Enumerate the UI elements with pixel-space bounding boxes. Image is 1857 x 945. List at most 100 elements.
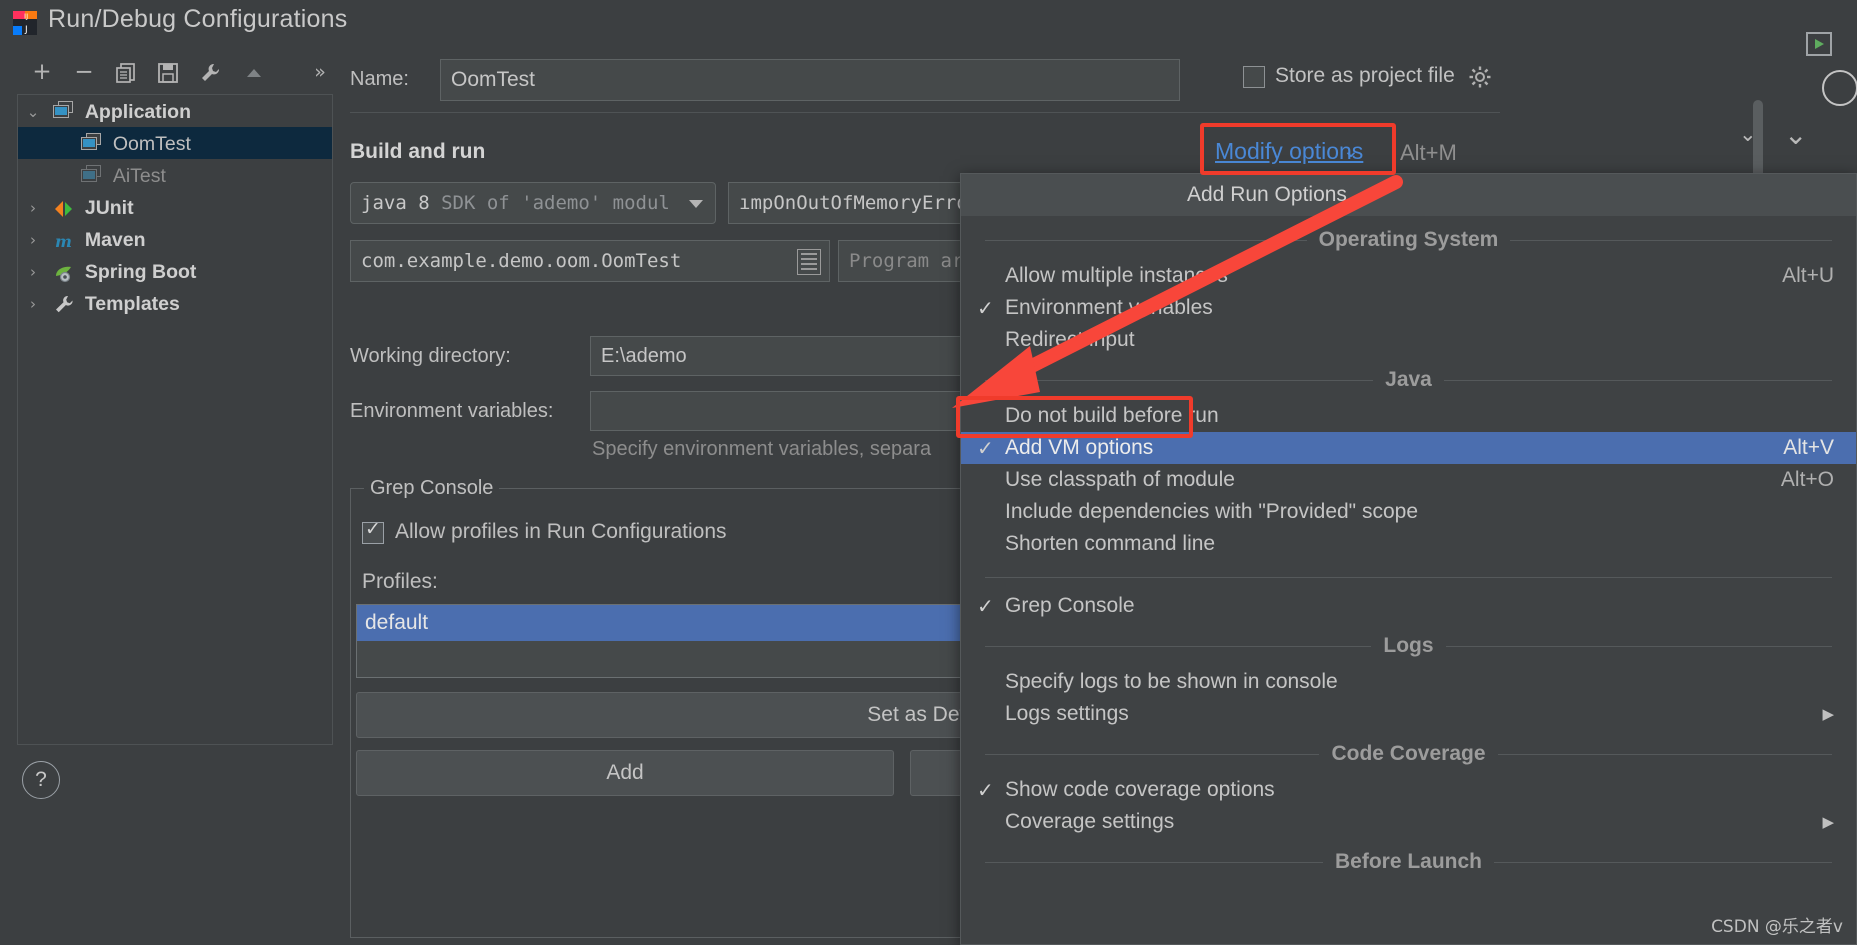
browse-class-icon[interactable]: [797, 249, 821, 275]
menu-group-caption: Operating System: [1306, 228, 1511, 251]
chevron-down-icon[interactable]: ⌄: [18, 96, 48, 128]
chevron-down-icon-small[interactable]: ⌄: [1739, 122, 1757, 147]
menu-item-grep-console[interactable]: ✓ Grep Console: [961, 590, 1856, 622]
menu-item-label: Logs settings: [1005, 702, 1129, 725]
tree-item-maven[interactable]: › m Maven: [18, 223, 332, 255]
check-icon: ✓: [977, 594, 994, 618]
spring-boot-icon: [53, 261, 79, 282]
menu-item-label: Include dependencies with "Provided" sco…: [1005, 500, 1419, 523]
menu-item-label: Do not build before run: [1005, 404, 1219, 427]
menu-item-include-provided-dependencies[interactable]: Include dependencies with "Provided" sco…: [961, 496, 1856, 528]
environment-variables-label: Environment variables:: [350, 400, 554, 422]
tree-item-label: Application: [84, 100, 192, 123]
menu-item-shortcut: Alt+V: [1783, 436, 1834, 459]
tree-item-application[interactable]: ⌄ Application: [18, 95, 332, 127]
menu-separator-code-coverage: Code Coverage: [961, 734, 1856, 774]
menu-item-redirect-input[interactable]: Redirect input: [961, 324, 1856, 356]
more-options-icon[interactable]: »: [302, 54, 338, 90]
tree-item-oomtest[interactable]: OomTest: [18, 127, 332, 159]
chevron-down-icon[interactable]: [689, 200, 703, 208]
menu-item-label: Add VM options: [1005, 436, 1154, 459]
menu-item-add-vm-options[interactable]: ✓ Add VM options Alt+V: [961, 432, 1856, 464]
copy-configuration-icon[interactable]: [108, 54, 144, 90]
allow-profiles-checkbox[interactable]: [362, 518, 384, 544]
chevron-down-icon-large[interactable]: ⌄: [1784, 118, 1807, 151]
tree-item-templates[interactable]: › Templates: [18, 287, 332, 319]
help-button[interactable]: ?: [22, 761, 60, 799]
environment-variables-hint: Specify environment variables, separa: [592, 438, 932, 460]
menu-separator-java: Java: [961, 360, 1856, 400]
menu-separator-before-launch: Before Launch: [961, 842, 1856, 882]
modify-options-shortcut: Alt+M: [1400, 140, 1457, 165]
menu-group-caption: Code Coverage: [1319, 742, 1498, 765]
menu-item-label: Specify logs to be shown in console: [1005, 670, 1338, 693]
tree-item-label: AiTest: [112, 164, 166, 187]
save-configuration-icon[interactable]: [150, 54, 186, 90]
edit-templates-wrench-icon[interactable]: [192, 54, 228, 90]
store-as-project-file-label: Store as project file: [1275, 64, 1455, 87]
configurations-tree[interactable]: ⌄ Application OomTest AiTest › JUnit › m…: [17, 94, 333, 745]
chevron-down-icon[interactable]: ⌄: [1343, 140, 1359, 163]
main-class-input[interactable]: com.example.demo.oom.OomTest: [350, 240, 830, 282]
chevron-right-icon[interactable]: ›: [18, 192, 48, 224]
chevron-right-icon[interactable]: ›: [18, 224, 48, 256]
menu-item-label: Shorten command line: [1005, 532, 1216, 555]
maven-icon: m: [53, 229, 79, 251]
group-border-left: [350, 488, 364, 489]
profiles-label: Profiles:: [362, 570, 438, 593]
menu-item-label: Show code coverage options: [1005, 778, 1275, 801]
profiler-circle-icon[interactable]: [1822, 70, 1857, 106]
menu-group-caption: Java: [1373, 368, 1444, 391]
menu-item-show-code-coverage-options[interactable]: ✓ Show code coverage options: [961, 774, 1856, 806]
modify-options-label: Modify options: [1215, 138, 1364, 164]
menu-item-specify-logs[interactable]: Specify logs to be shown in console: [961, 666, 1856, 698]
title-bar: IJ J Run/Debug Configurations ✕: [0, 0, 1857, 48]
sdk-combo-bold-value: java 8: [361, 192, 430, 214]
name-input[interactable]: OomTest: [440, 59, 1180, 101]
tree-item-junit[interactable]: › JUnit: [18, 191, 332, 223]
remove-configuration-button[interactable]: −: [66, 54, 102, 90]
menu-group-caption: Before Launch: [1322, 850, 1495, 873]
application-icon: [81, 164, 107, 185]
menu-item-shorten-command-line[interactable]: Shorten command line: [961, 528, 1856, 560]
grep-console-legend: Grep Console: [364, 477, 500, 500]
store-as-project-file-checkbox[interactable]: [1243, 66, 1265, 88]
chevron-right-icon: ▶: [1822, 705, 1834, 723]
tree-item-label: JUnit: [84, 196, 134, 219]
menu-item-shortcut: Alt+U: [1782, 264, 1834, 287]
menu-item-allow-multiple-instances[interactable]: Allow multiple instances Alt+U: [961, 260, 1856, 292]
gear-icon[interactable]: [1468, 65, 1492, 89]
menu-item-label: Environment variables: [1005, 296, 1213, 319]
tree-item-label: Templates: [84, 292, 180, 315]
menu-item-do-not-build-before-run[interactable]: Do not build before run: [961, 400, 1856, 432]
check-icon: ✓: [977, 296, 994, 320]
menu-item-before-launch-truncated[interactable]: [961, 882, 1856, 914]
tree-item-spring-boot[interactable]: › Spring Boot: [18, 255, 332, 287]
chevron-right-icon[interactable]: ›: [18, 288, 48, 320]
menu-separator-operating-system: Operating System: [961, 220, 1856, 260]
check-icon: ✓: [977, 778, 994, 802]
chevron-right-icon: ▶: [1822, 813, 1834, 831]
sdk-combo-value: SDK of 'ademo' modul: [441, 192, 670, 214]
watermark: CSDN @乐之者v: [1711, 917, 1843, 937]
tree-item-label: Maven: [84, 228, 146, 251]
add-configuration-button[interactable]: +: [24, 54, 60, 90]
menu-item-environment-variables[interactable]: ✓ Environment variables: [961, 292, 1856, 324]
allow-profiles-label: Allow profiles in Run Configurations: [395, 520, 727, 543]
menu-item-use-classpath-of-module[interactable]: Use classpath of module Alt+O: [961, 464, 1856, 496]
divider: [350, 112, 1500, 113]
menu-item-logs-settings[interactable]: Logs settings ▶: [961, 698, 1856, 730]
modify-options-menu[interactable]: Add Run Options Operating System Allow m…: [960, 173, 1857, 945]
chevron-right-icon[interactable]: ›: [18, 256, 48, 288]
add-button[interactable]: Add: [356, 750, 894, 796]
check-icon: ✓: [977, 436, 994, 460]
run-icon[interactable]: [1803, 30, 1837, 64]
menu-item-label: Coverage settings: [1005, 810, 1175, 833]
svg-text:J: J: [24, 25, 28, 35]
menu-header: Add Run Options: [961, 174, 1856, 216]
tree-item-aitest[interactable]: AiTest: [18, 159, 332, 191]
sdk-module-combo[interactable]: java 8 SDK of 'ademo' modul: [350, 182, 716, 224]
menu-item-coverage-settings[interactable]: Coverage settings ▶: [961, 806, 1856, 838]
move-up-icon[interactable]: [236, 54, 272, 90]
modify-options-link[interactable]: Modify options: [1215, 138, 1363, 165]
